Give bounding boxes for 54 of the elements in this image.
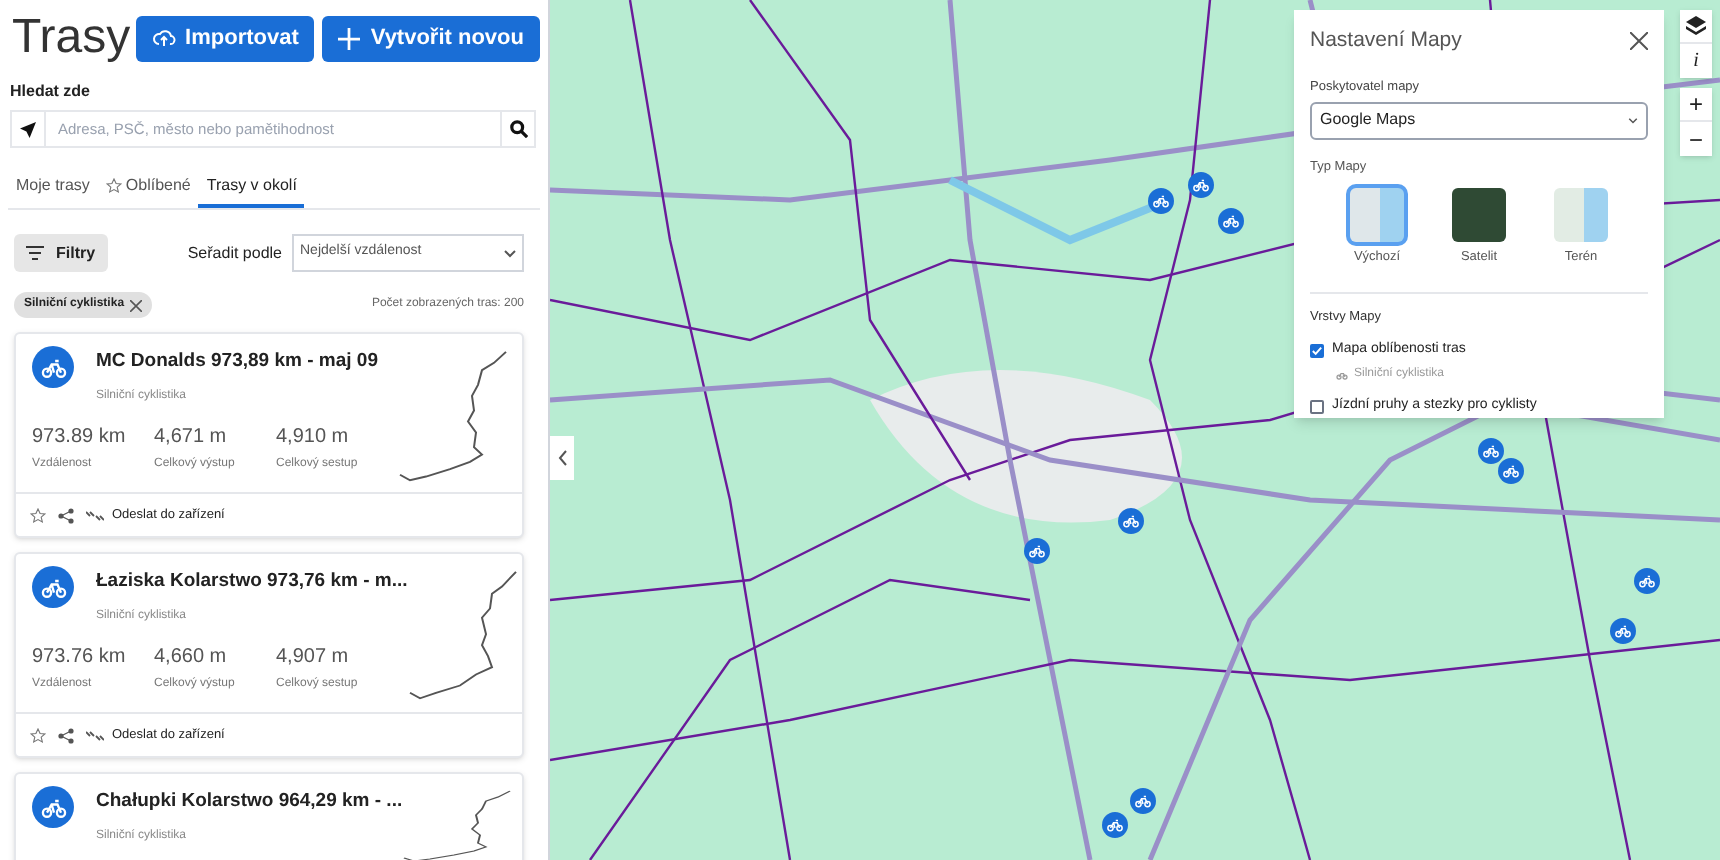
search-button[interactable] [500, 110, 536, 148]
tab[interactable]: Oblíbené [97, 168, 199, 208]
bicycle-icon [32, 786, 74, 828]
connection-icon [86, 509, 104, 521]
favorite-star-icon[interactable] [30, 727, 46, 743]
filter-icon [26, 246, 44, 260]
cloud-upload-icon [151, 26, 176, 50]
plus-icon [338, 27, 361, 49]
chevron-icon [1628, 117, 1638, 123]
route-title[interactable]: Łaziska Kolarstwo 973,76 km - m... [96, 568, 408, 597]
route-title[interactable]: MC Donalds 973,89 km - maj 09 [96, 348, 398, 377]
close-icon[interactable] [130, 299, 143, 311]
zoom-in-button[interactable]: + [1680, 88, 1712, 122]
star-icon [105, 178, 122, 194]
stat-value: 973.89 km [32, 424, 128, 453]
create-button[interactable]: Vytvořit novou [322, 15, 540, 61]
stat-value: 4,671 m [154, 424, 229, 453]
route-track-drawing [398, 350, 510, 482]
bicycle-icon [1336, 370, 1348, 381]
zoom-out-button[interactable]: − [1680, 122, 1712, 156]
collapse-panel-handle[interactable] [550, 436, 574, 480]
map-thumbnail-icon [1452, 188, 1506, 243]
tab[interactable]: Moje trasy [8, 168, 98, 208]
panel-title: Nastavení Mapy [1310, 26, 1462, 56]
stat-value: 4,660 m [154, 644, 229, 673]
locate-button[interactable] [10, 110, 46, 148]
import-button[interactable]: Importovat [135, 15, 315, 61]
sort-label: Seřadit podle [187, 241, 282, 265]
map-thumbnail-icon [1350, 188, 1404, 243]
layers-button[interactable] [1680, 10, 1712, 44]
favorite-star-icon[interactable] [30, 507, 46, 523]
tab[interactable]: Trasy v okolí [198, 168, 305, 208]
stat-value: 4,910 m [276, 424, 351, 453]
route-title[interactable]: Chałupki Kolarstwo 964,29 km - ... [96, 788, 403, 817]
page-title: Trasy [12, 8, 131, 68]
stat-value: 973.76 km [32, 644, 128, 673]
checkbox[interactable] [1310, 400, 1324, 414]
chevron-icon [504, 249, 516, 257]
connection-icon [86, 729, 104, 741]
bicycle-icon [32, 346, 74, 388]
arrow-icon [20, 121, 36, 137]
map-thumbnail-icon [1554, 188, 1608, 243]
search-icon [509, 120, 527, 138]
share-icon[interactable] [58, 507, 74, 523]
route-track-drawing [407, 570, 520, 702]
layers-icon [1686, 16, 1706, 36]
filters-button[interactable]: Filtry [14, 234, 108, 272]
bicycle-icon [32, 566, 74, 608]
stat-value: 4,907 m [276, 644, 351, 673]
route-track-drawing [402, 790, 515, 860]
provider-dropdown[interactable]: Google Maps [1310, 101, 1648, 139]
search-label: Hledat zde [8, 80, 93, 104]
share-icon[interactable] [58, 727, 74, 743]
close-button[interactable] [1630, 32, 1648, 51]
